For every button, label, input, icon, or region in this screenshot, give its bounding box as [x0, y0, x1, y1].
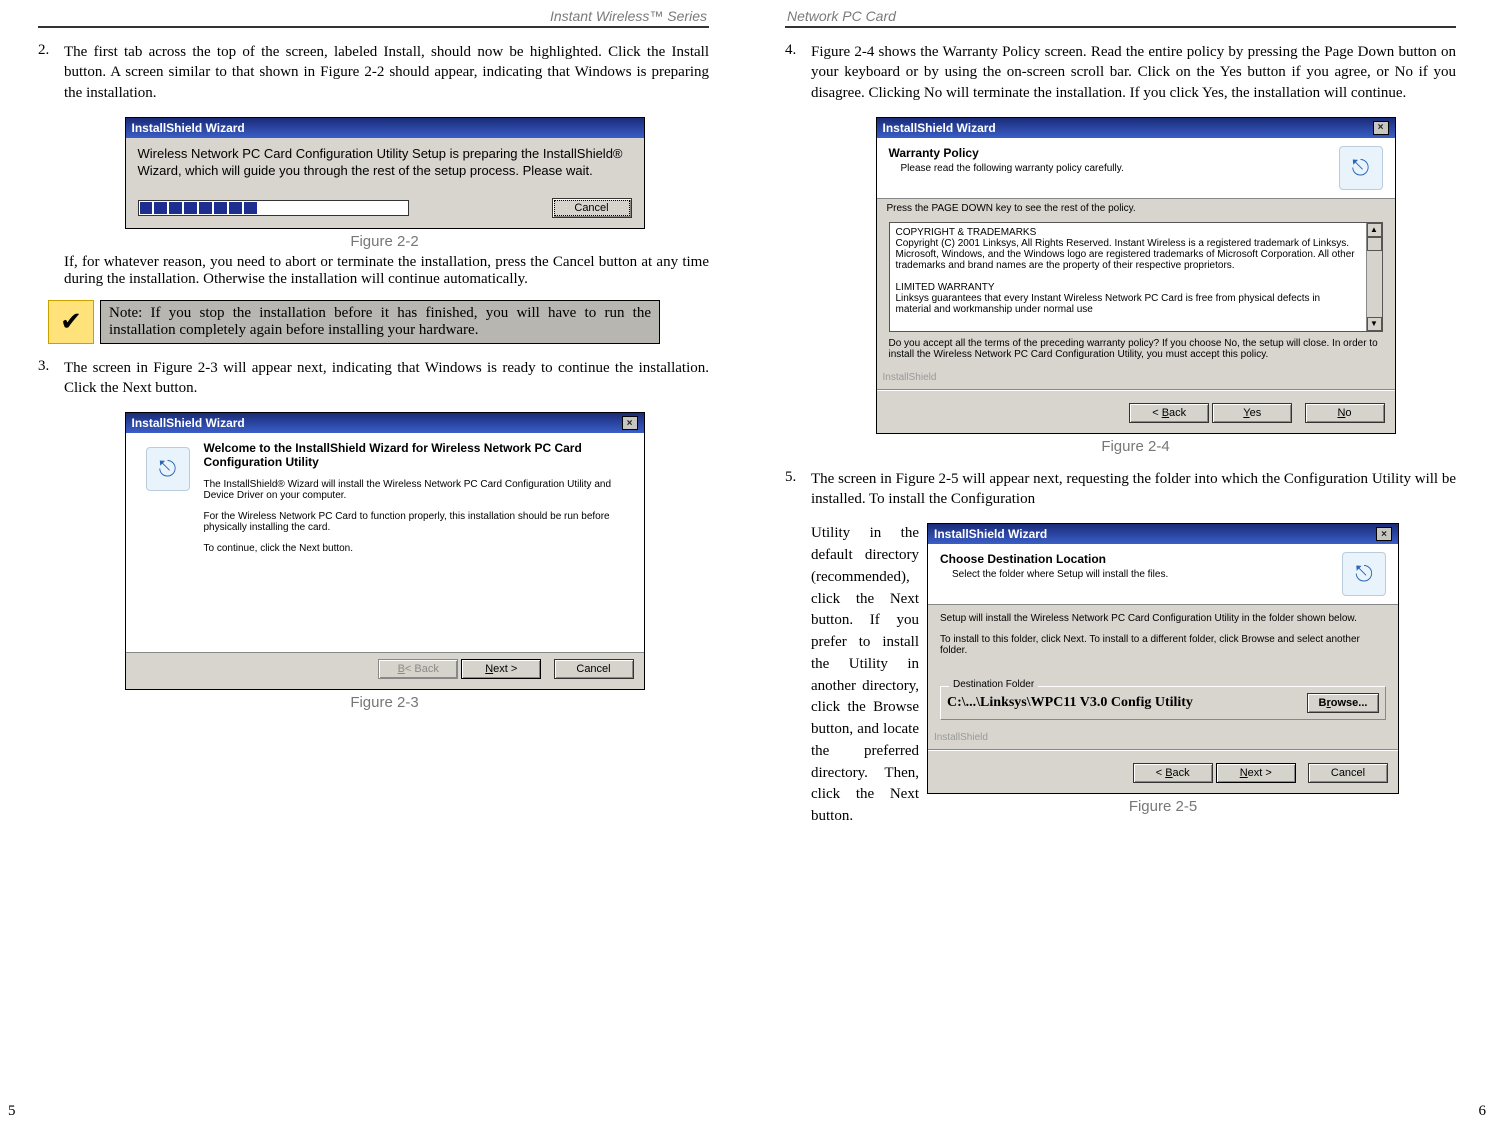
step-5: 5. The screen in Figure 2-5 will appear … — [785, 469, 1456, 510]
header-right: Network PC Card — [785, 8, 1456, 28]
installshield-brand: InstallShield — [934, 732, 1398, 743]
figure-2-4-caption: Figure 2-4 — [815, 438, 1456, 455]
cancel-button[interactable]: Cancel — [1308, 763, 1388, 783]
scroll-down-icon[interactable]: ▼ — [1367, 317, 1382, 331]
dialog-title: InstallShield Wizard — [934, 527, 1047, 541]
step-5-sidetext: Utility in the default directory (recomm… — [811, 523, 919, 828]
eula-line: Copyright (C) 2001 Linksys, All Rights R… — [896, 238, 1358, 271]
dialog-title: InstallShield Wizard — [883, 121, 996, 135]
scroll-up-icon[interactable]: ▲ — [1367, 223, 1382, 237]
step-2-number: 2. — [38, 42, 60, 59]
dialog-paragraph: To install to this folder, click Next. T… — [940, 634, 1386, 656]
warning-icon: ✔ — [48, 300, 94, 344]
no-button[interactable]: No — [1305, 403, 1385, 423]
step-5-lead: The screen in Figure 2-5 will appear nex… — [811, 469, 1456, 510]
eula-line: Linksys guarantees that every Instant Wi… — [896, 293, 1358, 315]
dialog-title: InstallShield Wizard — [132, 121, 245, 135]
dialog-titlebar: InstallShield Wizard × — [877, 118, 1395, 138]
back-button: B< Back< Back — [378, 659, 458, 679]
back-button[interactable]: < Back — [1133, 763, 1213, 783]
dialog-paragraph: Setup will install the Wireless Network … — [940, 613, 1386, 624]
dialog-body-text: Wireless Network PC Card Configuration U… — [138, 146, 632, 180]
dialog-titlebar: InstallShield Wizard × — [126, 413, 644, 433]
browse-button[interactable]: Browse... — [1307, 693, 1379, 713]
dialog-paragraph: For the Wireless Network PC Card to func… — [204, 511, 632, 533]
step-4: 4. Figure 2-4 shows the Warranty Policy … — [785, 42, 1456, 103]
dialog-title: InstallShield Wizard — [132, 416, 245, 430]
destination-folder-legend: Destination Folder — [949, 679, 1038, 690]
next-button[interactable]: Next > — [461, 659, 541, 679]
destination-path: C:\...\Linksys\WPC11 V3.0 Config Utility — [947, 695, 1193, 711]
installer-icon: ⎋ — [1339, 146, 1383, 190]
step-3-number: 3. — [38, 358, 60, 375]
figure-2-4: InstallShield Wizard × ⎋ Warranty Policy… — [815, 117, 1456, 455]
figure-2-2: InstallShield Wizard Wireless Network PC… — [60, 117, 709, 250]
installer-icon: ⎋ — [1342, 552, 1386, 596]
close-icon[interactable]: × — [1373, 121, 1389, 135]
back-button[interactable]: < Back — [1129, 403, 1209, 423]
figure-2-5: InstallShield Wizard × ⎋ Choose Destinat… — [927, 523, 1399, 815]
scrollbar[interactable]: ▲ ▼ — [1366, 223, 1382, 331]
dialog-heading: Warranty Policy — [889, 146, 1383, 160]
eula-line: COPYRIGHT & TRADEMARKS — [896, 227, 1358, 238]
accept-question: Do you accept all the terms of the prece… — [889, 338, 1383, 360]
figure-2-3: InstallShield Wizard × ⎋ Welcome to the … — [60, 412, 709, 711]
installer-icon: ⎋ — [146, 447, 190, 491]
dialog-titlebar: InstallShield Wizard — [126, 118, 644, 138]
note-text: Note: If you stop the installation befor… — [100, 300, 660, 344]
page-down-hint: Press the PAGE DOWN key to see the rest … — [877, 199, 1395, 218]
next-button[interactable]: Next > — [1216, 763, 1296, 783]
close-icon[interactable]: × — [622, 416, 638, 430]
page-number: 5 — [8, 1103, 16, 1120]
step-2-text: The first tab across the top of the scre… — [64, 42, 709, 103]
figure-2-5-caption: Figure 2-5 — [927, 798, 1399, 815]
dialog-titlebar: InstallShield Wizard × — [928, 524, 1398, 544]
step-5-number: 5. — [785, 469, 807, 486]
cancel-button[interactable]: Cancel — [552, 198, 632, 218]
yes-button[interactable]: Yes — [1212, 403, 1292, 423]
progress-bar — [138, 200, 410, 216]
scroll-thumb[interactable] — [1367, 237, 1382, 251]
figure-2-3-caption: Figure 2-3 — [60, 694, 709, 711]
step-2-aftertext: If, for whatever reason, you need to abo… — [64, 254, 709, 288]
step-4-text: Figure 2-4 shows the Warranty Policy scr… — [811, 42, 1456, 103]
step-4-number: 4. — [785, 42, 807, 59]
close-icon[interactable]: × — [1376, 527, 1392, 541]
cancel-button[interactable]: Cancel — [554, 659, 634, 679]
note-box: ✔ Note: If you stop the installation bef… — [48, 300, 709, 344]
dialog-heading: Welcome to the InstallShield Wizard for … — [204, 441, 632, 469]
dialog-paragraph: The InstallShield® Wizard will install t… — [204, 479, 632, 501]
destination-folder-group: Destination Folder C:\...\Linksys\WPC11 … — [940, 686, 1386, 720]
dialog-subheading: Please read the following warranty polic… — [901, 163, 1383, 174]
dialog-subheading: Select the folder where Setup will insta… — [952, 569, 1386, 580]
dialog-heading: Choose Destination Location — [940, 552, 1386, 566]
dialog-paragraph: To continue, click the Next button. — [204, 543, 632, 554]
step-2: 2. The first tab across the top of the s… — [38, 42, 709, 103]
step-3: 3. The screen in Figure 2-3 will appear … — [38, 358, 709, 399]
header-left: Instant Wireless™ Series — [38, 8, 709, 28]
page-number: 6 — [1479, 1103, 1487, 1120]
installshield-brand: InstallShield — [883, 372, 1395, 383]
eula-textbox[interactable]: COPYRIGHT & TRADEMARKS Copyright (C) 200… — [889, 222, 1383, 332]
figure-2-2-caption: Figure 2-2 — [60, 233, 709, 250]
eula-line: LIMITED WARRANTY — [896, 282, 1358, 293]
step-3-text: The screen in Figure 2-3 will appear nex… — [64, 358, 709, 399]
